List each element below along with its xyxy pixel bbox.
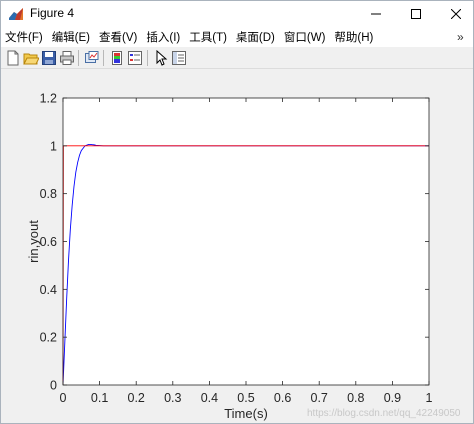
- close-button[interactable]: [433, 1, 473, 27]
- toolbar-separator: [147, 50, 148, 66]
- title-bar[interactable]: Figure 4: [1, 1, 473, 27]
- figure-window: Figure 4 文件(F) 编辑(E) 查看(V) 插入(I) 工具(T) 桌…: [0, 0, 474, 424]
- insert-colorbar-icon[interactable]: [109, 50, 125, 66]
- y-tick-label: 0: [50, 379, 57, 393]
- menu-window[interactable]: 窗口(W): [284, 29, 326, 45]
- minimize-icon: [371, 13, 381, 15]
- x-tick-label: 0.2: [128, 391, 145, 405]
- watermark-text: https://blog.csdn.net/qq_42249050: [307, 408, 461, 419]
- x-tick-label: 0.7: [311, 391, 328, 405]
- x-tick-label: 0.6: [274, 391, 291, 405]
- menu-tools[interactable]: 工具(T): [189, 29, 227, 45]
- window-title: Figure 4: [30, 6, 75, 20]
- menu-expand-icon[interactable]: »: [457, 30, 464, 44]
- x-tick-label: 0.5: [237, 391, 254, 405]
- menu-edit[interactable]: 编辑(E): [52, 29, 90, 45]
- menu-file[interactable]: 文件(F): [5, 29, 43, 45]
- link-plot-icon[interactable]: [84, 50, 100, 66]
- save-icon[interactable]: [41, 50, 57, 66]
- x-tick-label: 0: [60, 391, 67, 405]
- x-tick-label: 0.1: [91, 391, 108, 405]
- line-chart[interactable]: 0 0.1 0.2 0.3 0.4 0.5 0.6 0.7 0.8 0.9 1 0 0.2 0.4 0.6 0…: [1, 70, 473, 423]
- y-tick-label: 1.2: [40, 92, 57, 106]
- x-tick-label: 0.8: [347, 391, 364, 405]
- y-tick-label: 0.4: [40, 283, 57, 297]
- menu-view[interactable]: 查看(V): [99, 29, 137, 45]
- figure-toolbar: [1, 47, 473, 69]
- x-tick-label: 0.4: [201, 391, 218, 405]
- close-icon: [451, 9, 461, 19]
- new-figure-icon[interactable]: [5, 50, 21, 66]
- open-file-icon[interactable]: [23, 50, 39, 66]
- x-tick-label: 0.9: [384, 391, 401, 405]
- y-tick-label: 0.6: [40, 235, 57, 249]
- y-tick-label: 0.2: [40, 331, 57, 345]
- y-tick-label: 1: [50, 139, 57, 153]
- toolbar-separator: [103, 50, 104, 66]
- menu-bar: 文件(F) 编辑(E) 查看(V) 插入(I) 工具(T) 桌面(D) 窗口(W…: [1, 27, 473, 47]
- y-tick-label: 0.8: [40, 187, 57, 201]
- menu-insert[interactable]: 插入(I): [146, 29, 180, 45]
- menu-help[interactable]: 帮助(H): [334, 29, 373, 45]
- y-axis-label: rin,yout: [26, 220, 41, 263]
- matlab-app-icon: [9, 8, 23, 20]
- print-icon[interactable]: [59, 50, 75, 66]
- plot-area: [63, 98, 429, 385]
- x-tick-label: 1: [426, 391, 433, 405]
- property-inspector-icon[interactable]: [171, 50, 187, 66]
- insert-legend-icon[interactable]: [127, 50, 143, 66]
- figure-canvas[interactable]: 0 0.1 0.2 0.3 0.4 0.5 0.6 0.7 0.8 0.9 1 0 0.2 0.4 0.6 0…: [1, 70, 473, 423]
- menu-desktop[interactable]: 桌面(D): [236, 29, 275, 45]
- x-axis-label: Time(s): [224, 406, 268, 421]
- edit-plot-icon[interactable]: [153, 50, 169, 66]
- x-tick-label: 0.3: [164, 391, 181, 405]
- maximize-icon: [411, 9, 421, 19]
- toolbar-separator: [78, 50, 79, 66]
